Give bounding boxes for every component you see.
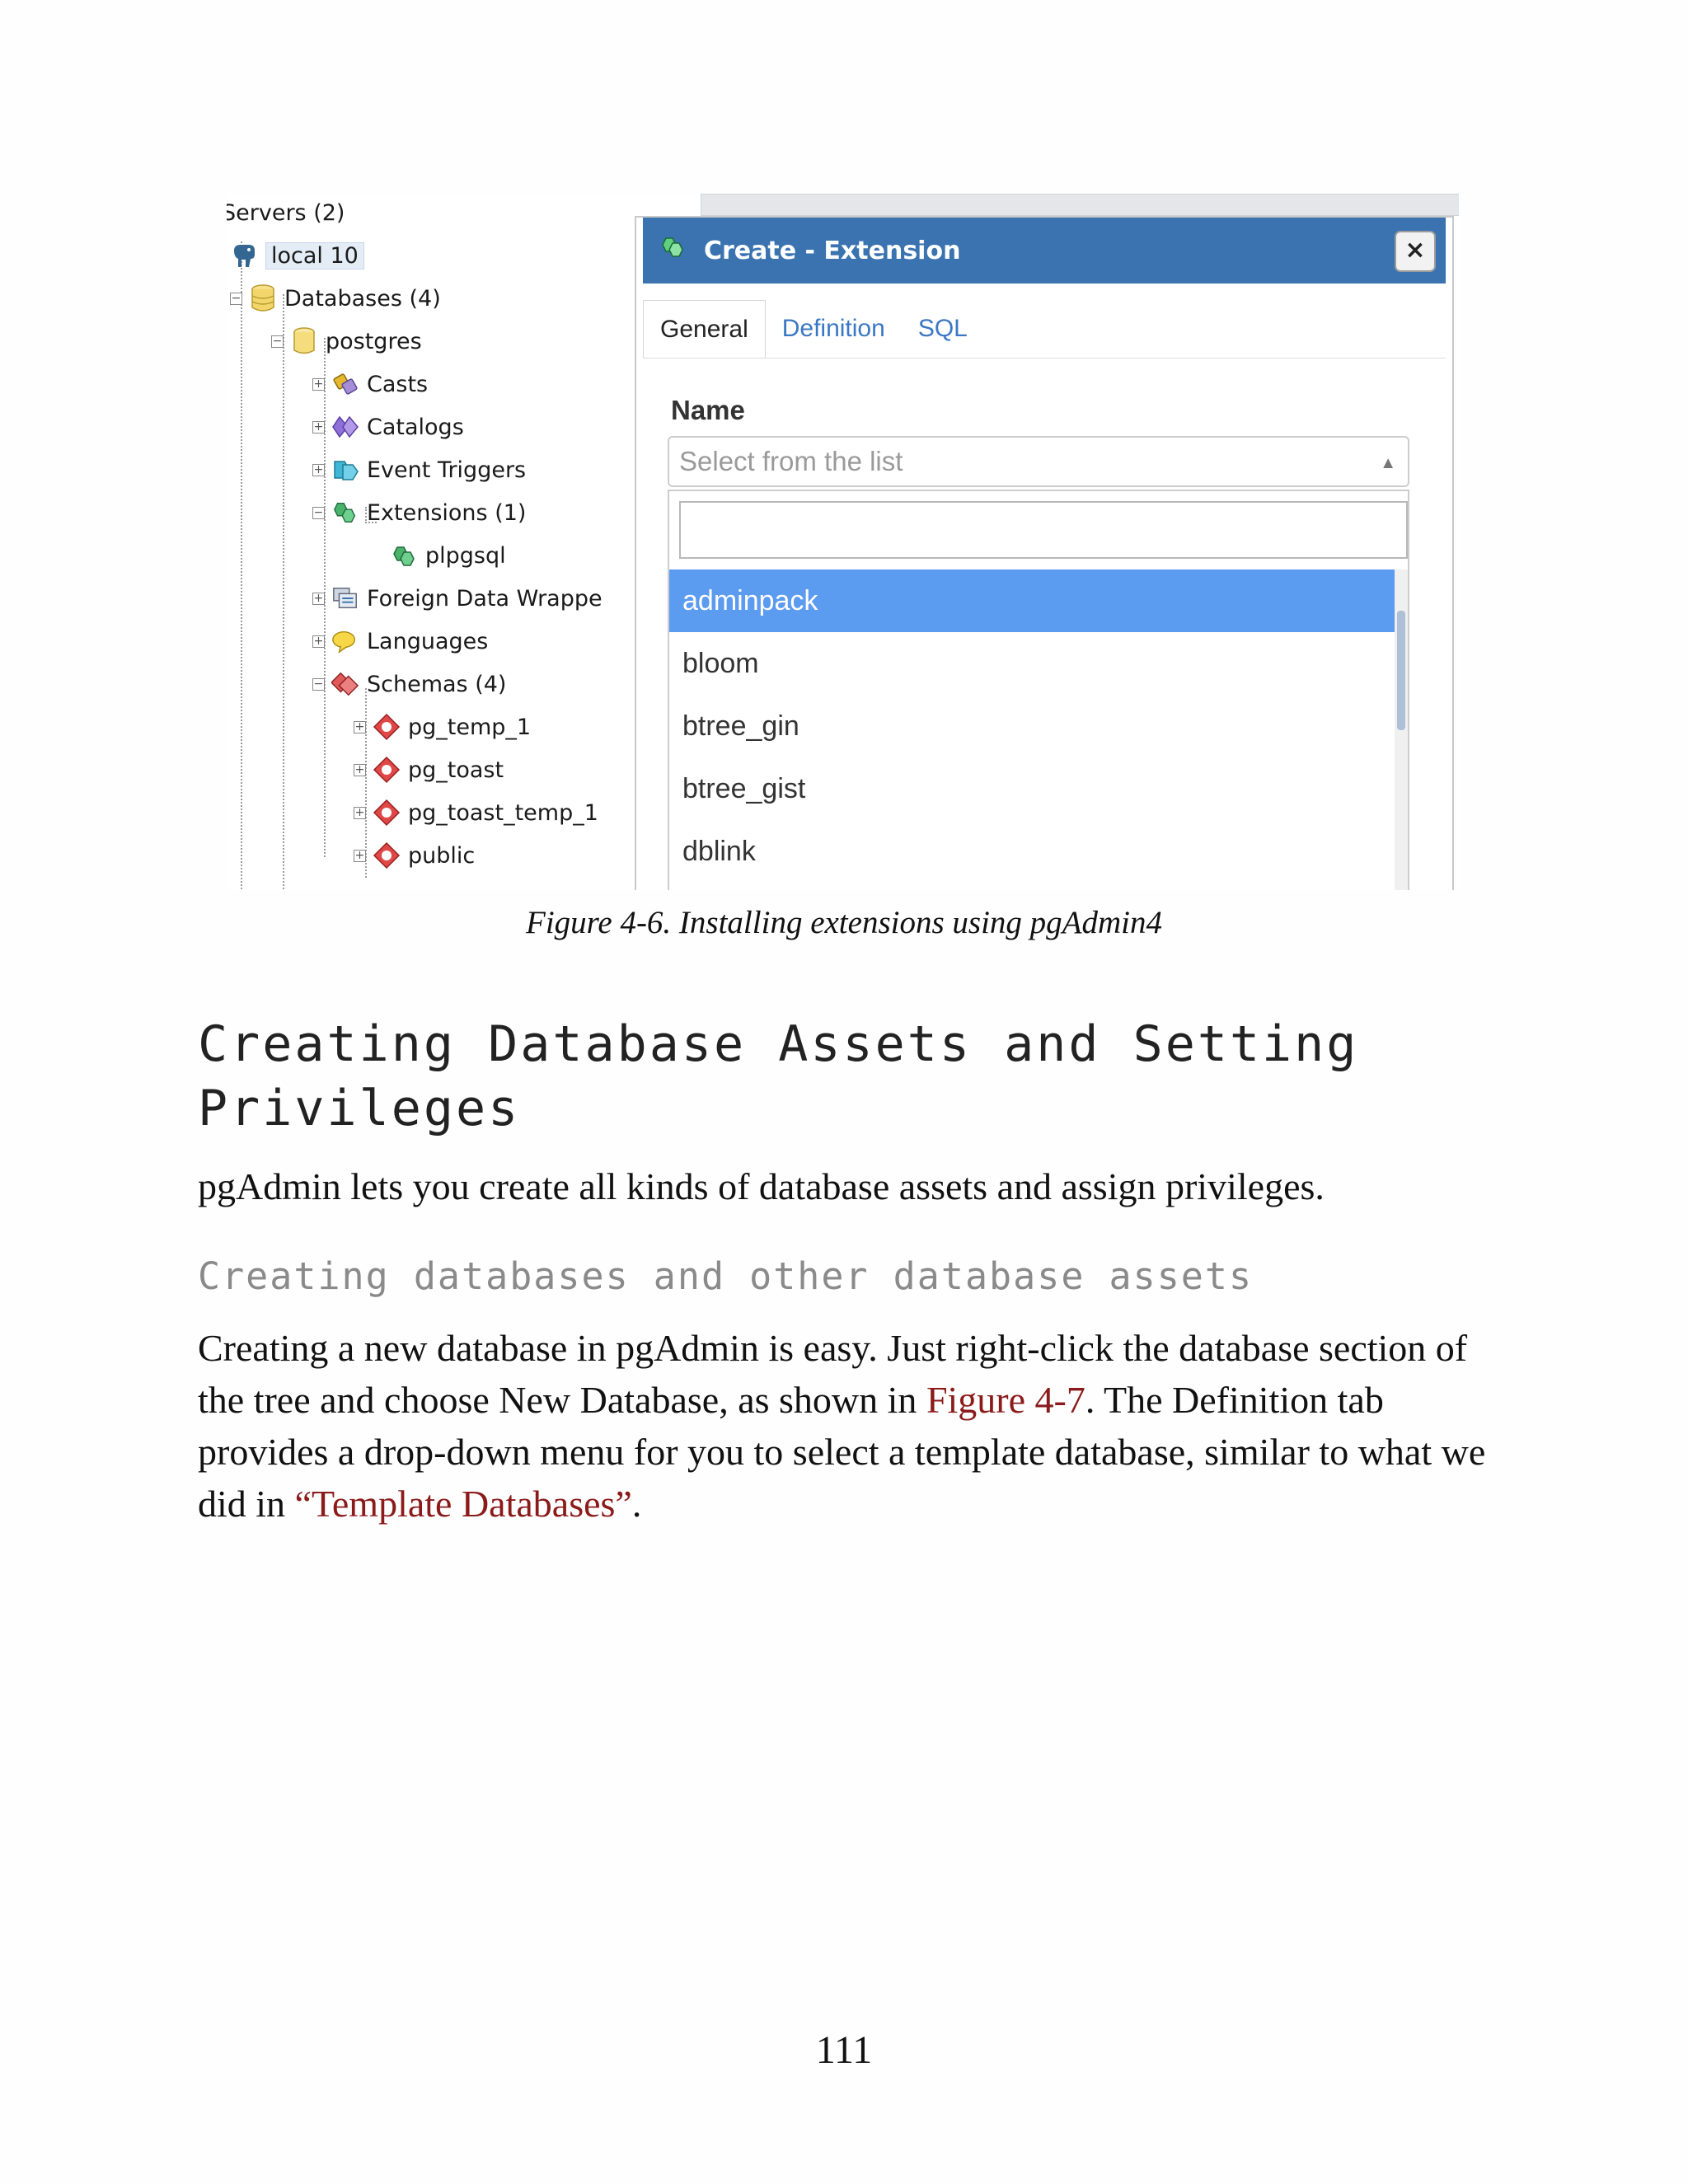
close-button[interactable]: × [1395, 231, 1436, 272]
tree-extensions[interactable]: − Extensions (1) [312, 494, 526, 532]
schema-icon [373, 841, 401, 869]
section-heading: Creating Database Assets and Setting Pri… [198, 1015, 1359, 1137]
tree-servers[interactable]: Servers (2) [227, 194, 345, 232]
dropdown-option[interactable]: dblink [669, 820, 1395, 883]
dropdown-scrollbar[interactable] [1395, 569, 1408, 890]
tree-plpgsql[interactable]: plpgsql [390, 537, 506, 574]
select-placeholder: Select from the list [679, 446, 903, 476]
expand-icon[interactable]: + [312, 635, 325, 648]
tree-languages[interactable]: + Languages [312, 622, 488, 660]
tree-event-triggers[interactable]: + Event Triggers [312, 451, 526, 489]
expand-icon[interactable]: + [354, 720, 366, 733]
expand-icon[interactable]: + [354, 806, 366, 819]
expand-icon[interactable]: + [312, 592, 325, 605]
catalogs-icon [331, 413, 359, 441]
expand-icon[interactable]: + [312, 377, 325, 391]
schema-icon [373, 756, 401, 784]
collapse-icon[interactable]: − [230, 292, 242, 305]
browser-tree: Servers (2) local 10 − Databases (4) − p… [227, 194, 639, 890]
schemas-label: Schemas (4) [367, 671, 507, 697]
dropdown-option[interactable]: btree_gin [669, 695, 1395, 757]
tree-schema-item[interactable]: + public [354, 837, 475, 874]
tree-catalogs[interactable]: + Catalogs [312, 408, 464, 446]
intro-paragraph: pgAdmin lets you create all kinds of dat… [198, 1165, 1325, 1207]
background-window-strip [701, 194, 1459, 216]
database-icon [290, 327, 318, 355]
tree-guide [241, 241, 242, 890]
tree-schema-item[interactable]: + pg_toast_temp_1 [354, 794, 598, 832]
tree-databases[interactable]: − Databases (4) [230, 279, 441, 317]
tab-sql[interactable]: SQL [902, 300, 984, 358]
dialog-tabs: General Definition SQL [643, 300, 984, 358]
event-triggers-label: Event Triggers [367, 457, 527, 483]
schema-label: pg_toast [408, 757, 504, 783]
database-group-icon [249, 284, 277, 312]
caret-up-icon: ▲ [1380, 454, 1396, 472]
schema-label: public [408, 842, 476, 869]
catalogs-label: Catalogs [367, 414, 464, 440]
tree-guide [283, 294, 284, 890]
tree-db-postgres[interactable]: − postgres [271, 322, 422, 360]
schema-icon [373, 713, 401, 741]
fdw-label: Foreign Data Wrappe [367, 585, 603, 612]
create-extension-dialog: Create - Extension × General Definition … [635, 216, 1454, 890]
extensions-label: Extensions (1) [367, 499, 527, 526]
tab-definition[interactable]: Definition [766, 300, 902, 358]
schema-label: pg_temp_1 [408, 714, 532, 740]
collapse-icon[interactable]: − [271, 335, 284, 348]
tabs-divider [643, 358, 1446, 359]
casts-label: Casts [367, 371, 429, 397]
figure-caption: Figure 4-6. Installing extensions using … [526, 905, 1162, 940]
tree-schema-item[interactable]: + pg_temp_1 [354, 708, 531, 746]
tree-guide [365, 507, 367, 523]
expand-icon[interactable]: + [354, 849, 366, 862]
schema-label: pg_toast_temp_1 [408, 799, 598, 826]
databases-label: Databases (4) [284, 285, 441, 312]
elephant-icon [230, 241, 258, 269]
dialog-titlebar[interactable]: Create - Extension × [643, 218, 1446, 284]
languages-icon [331, 627, 359, 655]
casts-icon [331, 370, 359, 398]
expand-icon[interactable]: + [312, 463, 325, 476]
extension-icon [390, 541, 418, 569]
tree-server-local[interactable]: local 10 [230, 237, 364, 274]
name-label: Name [671, 395, 745, 425]
page-number: 111 [815, 2028, 873, 2072]
figure-link[interactable]: Figure 4-7 [926, 1379, 1085, 1421]
schemas-icon [331, 670, 359, 698]
collapse-icon[interactable]: − [312, 677, 325, 691]
tree-schema-item[interactable]: + pg_toast [354, 751, 504, 789]
tab-general[interactable]: General [643, 300, 766, 358]
languages-label: Languages [367, 628, 489, 654]
servers-label: Servers (2) [227, 199, 345, 226]
postgres-label: postgres [326, 328, 422, 354]
dropdown-search-input[interactable] [679, 501, 1408, 559]
collapse-icon[interactable]: − [312, 506, 325, 519]
dropdown-option[interactable]: bloom [669, 632, 1395, 695]
server-label: local 10 [265, 241, 364, 269]
event-trigger-icon [331, 456, 359, 484]
name-select[interactable]: Select from the list ▲ [668, 436, 1409, 487]
expand-icon[interactable]: + [354, 763, 366, 776]
tree-connector [365, 522, 377, 523]
body-paragraph: Creating a new database in pgAdmin is ea… [198, 1322, 1500, 1530]
scrollbar-thumb[interactable] [1397, 611, 1405, 730]
section-link[interactable]: “Template Databases” [295, 1483, 632, 1525]
tree-casts[interactable]: + Casts [312, 365, 428, 403]
name-dropdown: adminpack bloom btree_gin btree_gist dbl… [668, 490, 1409, 890]
extensions-icon [331, 499, 359, 527]
plpgsql-label: plpgsql [425, 542, 506, 569]
subsection-heading: Creating databases and other database as… [198, 1254, 1254, 1298]
dialog-title: Create - Extension [704, 236, 961, 265]
dropdown-option[interactable]: btree_gist [669, 757, 1395, 820]
paragraph-text: . [631, 1483, 642, 1525]
tree-fdw[interactable]: + Foreign Data Wrappe [312, 579, 603, 617]
fdw-icon [331, 584, 359, 612]
dropdown-option[interactable]: adminpack [669, 569, 1395, 632]
extension-icon [661, 235, 686, 266]
figure-screenshot: Servers (2) local 10 − Databases (4) − p… [227, 194, 1459, 890]
tree-schemas[interactable]: − Schemas (4) [312, 665, 506, 703]
schema-icon [373, 799, 401, 827]
expand-icon[interactable]: + [312, 420, 325, 434]
